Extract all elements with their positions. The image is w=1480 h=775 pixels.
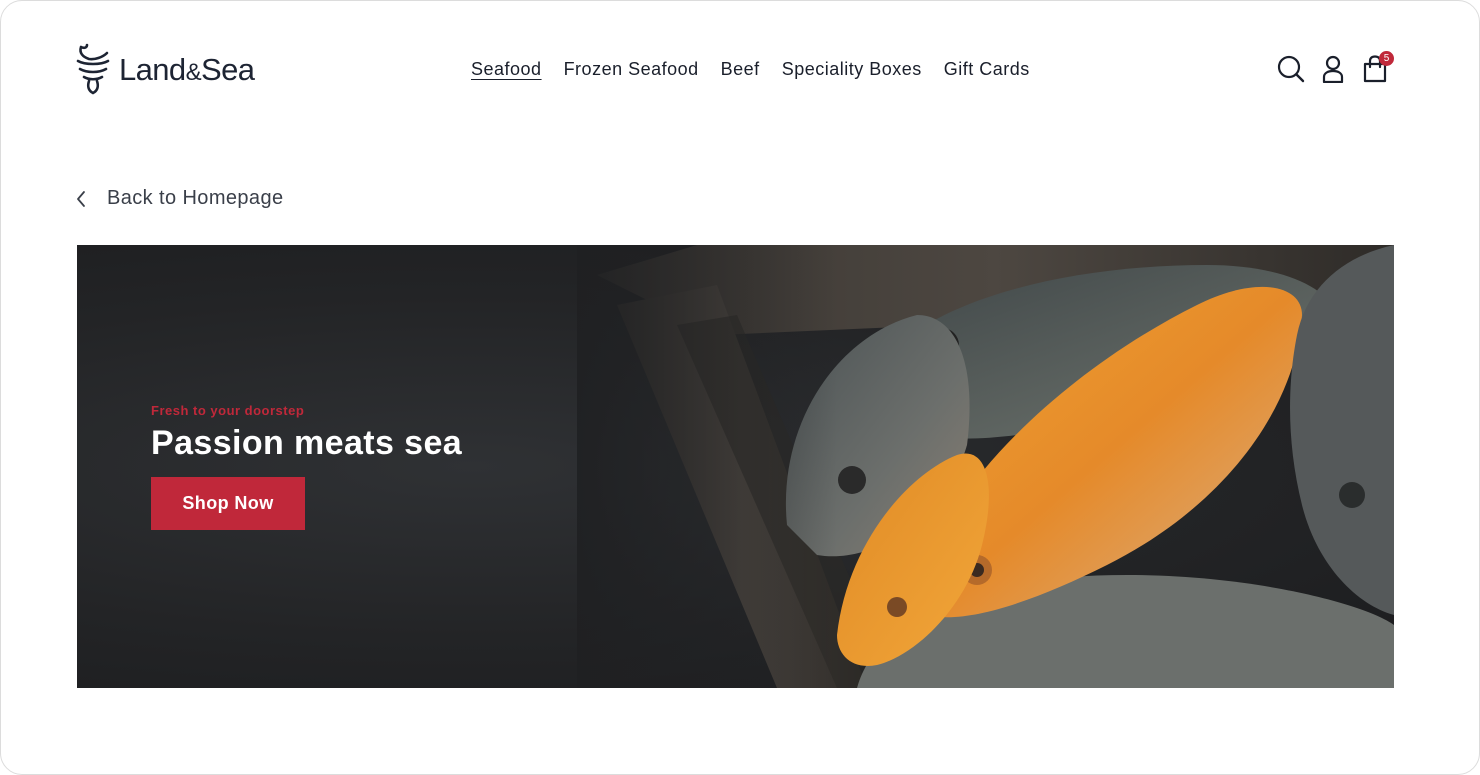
brand-logo[interactable]: Land&Sea: [75, 43, 255, 95]
user-icon: [1322, 55, 1344, 83]
search-icon: [1277, 55, 1305, 83]
brand-name: Land&Sea: [119, 51, 255, 87]
nav-item-gift-cards[interactable]: Gift Cards: [944, 58, 1030, 80]
shop-now-button[interactable]: Shop Now: [151, 477, 305, 530]
fish-tail-icon: [76, 43, 110, 95]
nav-item-beef[interactable]: Beef: [721, 58, 760, 80]
nav-item-frozen-seafood[interactable]: Frozen Seafood: [564, 58, 699, 80]
header-actions: 5: [1277, 51, 1394, 84]
hero-eyebrow: Fresh to your doorstep: [151, 403, 305, 418]
back-link-label: Back to Homepage: [107, 187, 284, 209]
account-button[interactable]: [1319, 54, 1347, 84]
chevron-left-icon: [77, 190, 85, 207]
main-nav: Seafood Frozen Seafood Beef Speciality B…: [471, 58, 1030, 80]
cart-count-badge: 5: [1379, 51, 1394, 66]
nav-item-seafood[interactable]: Seafood: [471, 58, 542, 80]
nav-item-speciality-boxes[interactable]: Speciality Boxes: [782, 58, 922, 80]
cart-button[interactable]: 5: [1361, 51, 1394, 84]
back-to-homepage-link[interactable]: Back to Homepage: [75, 187, 284, 210]
hero-banner: Fresh to your doorstep Passion meats sea…: [77, 245, 1394, 688]
search-button[interactable]: [1277, 54, 1305, 84]
hero-content: Fresh to your doorstep Passion meats sea…: [151, 403, 462, 530]
page-frame: Land&Sea Seafood Frozen Seafood Beef Spe…: [0, 0, 1480, 775]
hero-headline: Passion meats sea: [151, 424, 463, 462]
